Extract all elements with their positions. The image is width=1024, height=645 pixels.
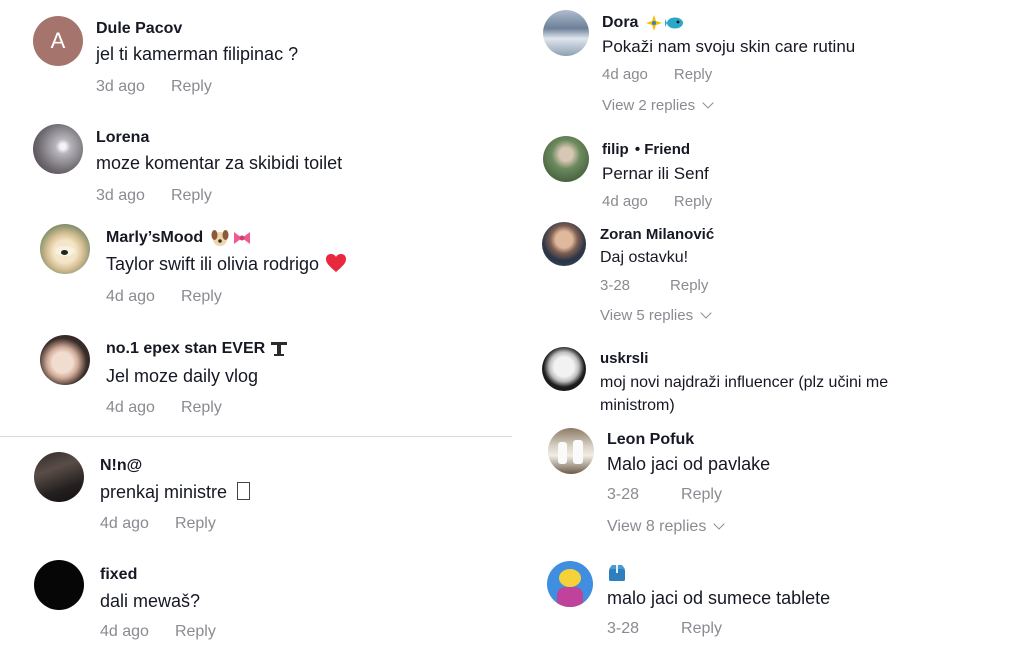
avatar[interactable] xyxy=(542,347,586,391)
comment-text: prenkaj ministre xyxy=(100,481,251,504)
avatar[interactable] xyxy=(543,10,589,56)
avatar[interactable] xyxy=(542,222,586,266)
comment-meta: 3d ago Reply xyxy=(96,187,212,205)
section-divider xyxy=(0,436,512,437)
comment-meta: 4d ago Reply xyxy=(602,193,712,210)
view-replies-label: View 8 replies xyxy=(607,518,707,535)
comment-text: Malo jaci od pavlake xyxy=(607,454,771,474)
timestamp: 4d ago xyxy=(106,399,155,416)
friend-badge: • Friend xyxy=(634,141,691,158)
view-replies-button[interactable]: View 8 replies xyxy=(607,518,725,536)
comment-text-line-1: moj novi najdraži influencer (plz učini … xyxy=(600,374,889,391)
reply-button[interactable]: Reply xyxy=(674,193,712,210)
avatar[interactable] xyxy=(40,224,90,274)
view-replies-button[interactable]: View 5 replies xyxy=(600,307,712,324)
reply-button[interactable]: Reply xyxy=(674,66,712,83)
comment-text: Jel moze daily vlog xyxy=(106,366,259,386)
avatar[interactable] xyxy=(548,428,594,474)
comment-meta: 4d ago Reply xyxy=(106,288,222,306)
comment-meta: 4d ago Reply xyxy=(100,623,216,641)
username[interactable]: Dora xyxy=(602,14,685,32)
reply-button[interactable]: Reply xyxy=(175,623,216,640)
ribbon-emoji-icon xyxy=(233,232,250,244)
username[interactable]: Marly’sMood xyxy=(106,228,252,248)
fish-emoji-icon xyxy=(664,17,683,29)
chevron-down-icon xyxy=(700,307,712,319)
timestamp: 3d ago xyxy=(96,187,145,204)
username[interactable]: no.1 epex stan EVER xyxy=(106,340,288,358)
avatar[interactable] xyxy=(34,452,84,502)
username[interactable]: Leon Pofuk xyxy=(607,431,694,449)
reply-button[interactable]: Reply xyxy=(181,288,222,305)
reply-button[interactable]: Reply xyxy=(670,277,708,294)
comment-meta: 4d ago Reply xyxy=(602,66,712,83)
avatar[interactable] xyxy=(33,124,83,174)
reply-button[interactable]: Reply xyxy=(181,399,222,416)
comment-meta: 4d ago Reply xyxy=(100,515,216,533)
username-text: Marly’sMood xyxy=(106,229,204,247)
comment-text-content: prenkaj ministre xyxy=(100,482,228,502)
reply-button[interactable]: Reply xyxy=(171,187,212,204)
timestamp: 4d ago xyxy=(602,193,648,210)
avatar[interactable] xyxy=(34,560,84,610)
comment-meta: 3-28 Reply xyxy=(607,486,722,504)
comment-text: Pernar ili Senf xyxy=(602,164,709,183)
comment-text: Taylor swift ili olivia rodrigo xyxy=(106,253,347,276)
reply-button[interactable]: Reply xyxy=(175,515,216,532)
comment-text: dali mewaš? xyxy=(100,591,201,611)
timestamp: 3-28 xyxy=(607,620,640,637)
avatar[interactable] xyxy=(547,561,593,607)
reply-button[interactable]: Reply xyxy=(681,620,722,637)
comment-meta: 4d ago Reply xyxy=(106,399,222,417)
comment-text: malo jaci od sumece tablete xyxy=(607,588,831,608)
comment-text: moze komentar za skibidi toilet xyxy=(96,153,343,173)
reply-button[interactable]: Reply xyxy=(171,78,212,95)
username[interactable]: Dule Pacov xyxy=(96,20,182,38)
username-text: Dora xyxy=(602,14,639,32)
timestamp: 3-28 xyxy=(600,277,631,294)
comment-text: Daj ostavku! xyxy=(600,249,689,266)
view-replies-button[interactable]: View 2 replies xyxy=(602,97,714,114)
avatar[interactable]: A xyxy=(33,16,83,66)
timestamp: 4d ago xyxy=(602,66,648,83)
sparkle-emoji-icon xyxy=(645,15,662,31)
avatar-letter: A xyxy=(50,28,66,53)
username[interactable]: filip • Friend xyxy=(602,141,690,158)
avatar[interactable] xyxy=(543,136,589,182)
timestamp: 4d ago xyxy=(106,288,155,305)
comment-meta: 3-28 Reply xyxy=(607,620,722,638)
timestamp: 4d ago xyxy=(100,623,149,640)
avatar[interactable] xyxy=(40,335,90,385)
username[interactable]: Zoran Milanović xyxy=(600,226,714,243)
timestamp: 3-28 xyxy=(607,486,640,503)
comment-text-content: Taylor swift ili olivia rodrigo xyxy=(106,254,320,274)
comment-text-line-2: ministrom) xyxy=(600,397,675,414)
username[interactable]: Lorena xyxy=(96,129,149,147)
comment-text: jel ti kamerman filipinac ? xyxy=(96,44,299,64)
timestamp: 3d ago xyxy=(96,78,145,95)
view-replies-label: View 2 replies xyxy=(602,97,696,114)
username-text: no.1 epex stan EVER xyxy=(106,340,266,358)
chevron-down-icon xyxy=(702,97,714,109)
username[interactable] xyxy=(607,563,627,588)
missing-glyph-icon xyxy=(237,482,251,501)
view-replies-label: View 5 replies xyxy=(600,307,694,324)
heart-emoji-icon xyxy=(326,254,347,273)
comment-meta: 3-28 Reply xyxy=(600,277,708,294)
dog-emoji-icon xyxy=(211,230,229,246)
comment-text: Pokaži nam svoju skin care rutinu xyxy=(602,37,856,56)
comment-meta: 3d ago Reply xyxy=(96,78,212,96)
timestamp: 4d ago xyxy=(100,515,149,532)
package-emoji-icon xyxy=(609,565,625,581)
username-text: filip xyxy=(602,141,629,158)
username[interactable]: N!n@ xyxy=(100,457,142,475)
chevron-down-icon xyxy=(713,518,725,530)
reply-button[interactable]: Reply xyxy=(681,486,722,503)
trophy-emoji-icon xyxy=(270,342,287,356)
username[interactable]: uskrsli xyxy=(600,350,648,367)
username[interactable]: fixed xyxy=(100,566,137,584)
